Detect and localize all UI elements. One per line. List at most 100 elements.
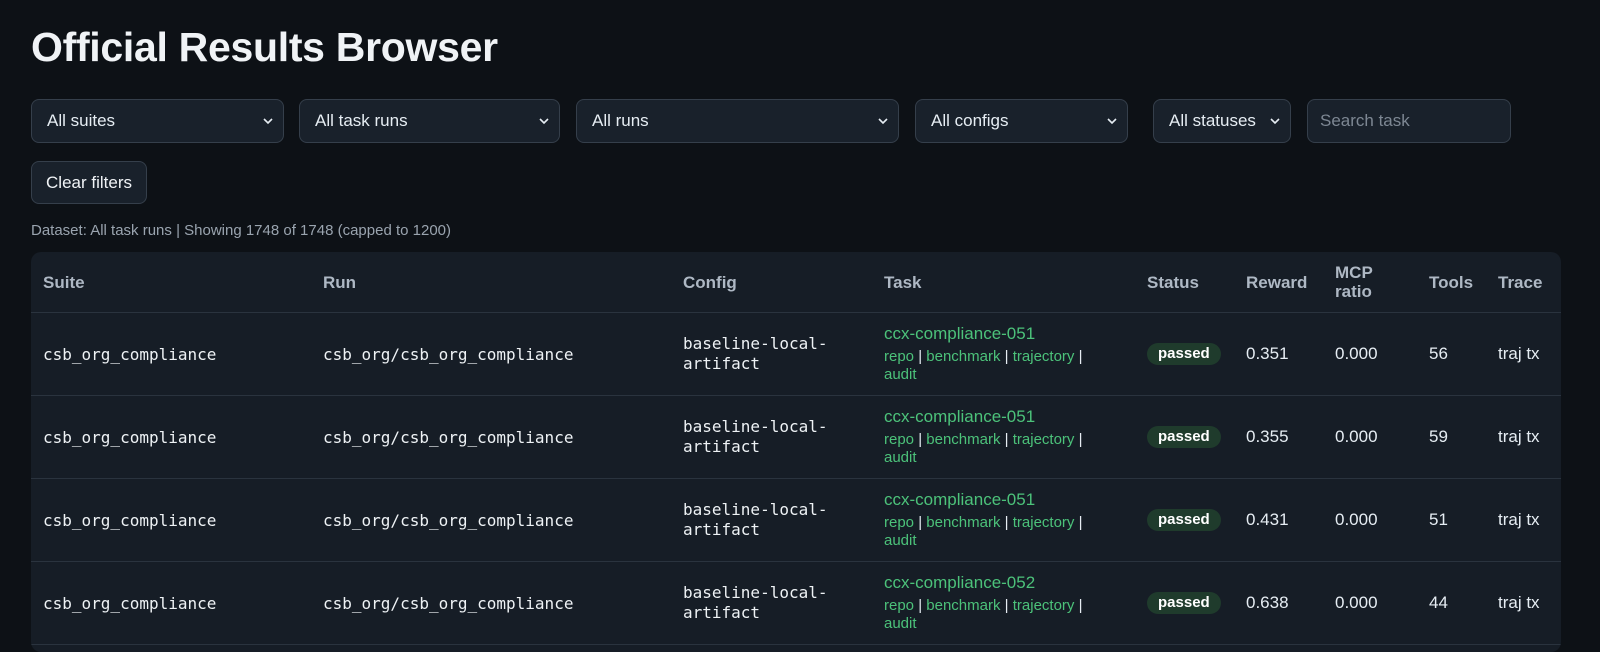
audit-link[interactable]: audit [884,615,917,632]
repo-link[interactable]: repo [884,597,914,614]
suite-select[interactable]: All suites [31,99,284,143]
cell-task: ccx-compliance-051 repo | benchmark | tr… [872,395,1135,479]
benchmark-link[interactable]: benchmark [926,597,1000,614]
header-mcp-ratio[interactable]: MCP ratio [1323,252,1417,313]
cell-trace[interactable]: traj tx [1486,561,1561,645]
cell-run: csb_org/csb_org_compliance [311,561,671,645]
task-link[interactable]: ccx-compliance-051 [884,490,1135,510]
status-badge: passed [1147,509,1221,531]
cell-status: passed [1135,312,1234,396]
link-separator: | [918,348,923,365]
task-links: repo | benchmark | trajectory | audit [884,348,1135,384]
statuses-select[interactable]: All statuses [1153,99,1291,143]
statuses-select-value: All statuses [1169,111,1256,130]
header-mcp-line2: ratio [1335,282,1372,301]
configs-select-value: All configs [931,111,1009,130]
cell-trace[interactable]: traj tx [1486,478,1561,562]
cell-mcp-ratio: 0.000 [1323,561,1417,645]
link-separator: | [1078,348,1083,365]
task-link[interactable]: ccx-compliance-052 [884,573,1135,593]
cell-suite: csb_org_compliance [31,478,311,562]
cell-suite: csb_org_compliance [31,312,311,396]
trajectory-link[interactable]: trajectory [1013,431,1075,448]
cell-mcp-ratio: 0.000 [1323,312,1417,396]
header-run[interactable]: Run [311,252,671,313]
cell-mcp-ratio: 0.000 [1323,395,1417,479]
table-row: csb_org_compliance csb_org/csb_org_compl… [31,478,1561,562]
cell-tools: 56 [1417,312,1486,396]
link-separator: | [1078,431,1083,448]
cell-config: baseline-local-artifact [671,312,872,396]
header-trace[interactable]: Trace [1486,252,1561,313]
repo-link[interactable]: repo [884,348,914,365]
header-status[interactable]: Status [1135,252,1234,313]
cell-tools: 44 [1417,561,1486,645]
cell-status: passed [1135,395,1234,479]
cell-suite: csb_org_compliance [31,561,311,645]
header-reward[interactable]: Reward [1234,252,1323,313]
audit-link[interactable]: audit [884,449,917,466]
cell-tools: 59 [1417,395,1486,479]
benchmark-link[interactable]: benchmark [926,348,1000,365]
cell-reward: 0.351 [1234,312,1323,396]
link-separator: | [1004,514,1009,531]
task-links: repo | benchmark | trajectory | audit [884,514,1135,550]
chevron-down-icon [263,118,273,125]
link-separator: | [1004,597,1009,614]
cell-run: csb_org/csb_org_compliance [311,312,671,396]
runs-select-value: All runs [592,111,649,130]
clear-filters-button[interactable]: Clear filters [31,161,147,204]
runs-select[interactable]: All runs [576,99,899,143]
chevron-down-icon [878,118,888,125]
task-runs-select[interactable]: All task runs [299,99,560,143]
cell-task: ccx-compliance-051 repo | benchmark | tr… [872,312,1135,396]
chevron-down-icon [1107,118,1117,125]
chevron-down-icon [1270,118,1280,125]
header-task[interactable]: Task [872,252,1135,313]
task-link[interactable]: ccx-compliance-051 [884,324,1135,344]
cell-mcp-ratio: 0.000 [1323,478,1417,562]
link-separator: | [918,597,923,614]
cell-config: baseline-local-artifact [671,478,872,562]
link-separator: | [918,431,923,448]
search-task-input[interactable] [1307,99,1511,143]
repo-link[interactable]: repo [884,431,914,448]
task-links: repo | benchmark | trajectory | audit [884,597,1135,633]
header-tools[interactable]: Tools [1417,252,1486,313]
repo-link[interactable]: repo [884,514,914,531]
audit-link[interactable]: audit [884,366,917,383]
header-suite[interactable]: Suite [31,252,311,313]
audit-link[interactable]: audit [884,532,917,549]
link-separator: | [1004,348,1009,365]
trajectory-link[interactable]: trajectory [1013,514,1075,531]
cell-reward: 0.431 [1234,478,1323,562]
page-title: Official Results Browser [31,24,498,70]
table-header-row: Suite Run Config Task Status Reward MCP r… [31,252,1561,313]
link-separator: | [918,514,923,531]
cell-tools: 51 [1417,478,1486,562]
benchmark-link[interactable]: benchmark [926,431,1000,448]
task-link[interactable]: ccx-compliance-051 [884,407,1135,427]
benchmark-link[interactable]: benchmark [926,514,1000,531]
configs-select[interactable]: All configs [915,99,1128,143]
table-row: csb_org_compliance csb_org/csb_org_compl… [31,561,1561,645]
status-badge: passed [1147,343,1221,365]
cell-reward: 0.638 [1234,561,1323,645]
trajectory-link[interactable]: trajectory [1013,348,1075,365]
cell-status: passed [1135,561,1234,645]
chevron-down-icon [539,118,549,125]
link-separator: | [1078,514,1083,531]
cell-trace[interactable]: traj tx [1486,312,1561,396]
cell-reward: 0.355 [1234,395,1323,479]
link-separator: | [1078,597,1083,614]
table-row: csb_org_compliance csb_org/csb_org_compl… [31,395,1561,479]
cell-suite: csb_org_compliance [31,395,311,479]
cell-task: ccx-compliance-052 repo | benchmark | tr… [872,561,1135,645]
filter-bar: All suites All task runs All runs All co… [31,99,1561,145]
header-config[interactable]: Config [671,252,872,313]
status-badge: passed [1147,426,1221,448]
cell-trace[interactable]: traj tx [1486,395,1561,479]
link-separator: | [1004,431,1009,448]
results-table: Suite Run Config Task Status Reward MCP r… [31,252,1561,652]
trajectory-link[interactable]: trajectory [1013,597,1075,614]
